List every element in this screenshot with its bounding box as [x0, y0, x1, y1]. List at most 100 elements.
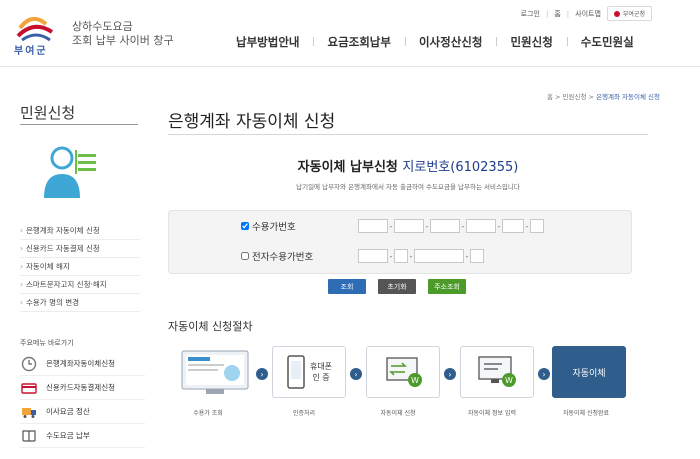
quick-bank-autopay[interactable]: 은행계좌자동이체신청 [20, 352, 145, 376]
address-search-button[interactable]: 주소조회 [428, 279, 466, 294]
customer-number-field-1[interactable] [358, 219, 388, 233]
step-label-apply: 자동이체 신청 [380, 410, 416, 417]
county-office-label: 부여군청 [622, 11, 645, 18]
step-lookup [178, 346, 252, 398]
nav-bill-inquiry[interactable]: 요금조회납부 [313, 34, 404, 50]
phone-auth-text: 휴대폰 인 증 [310, 361, 332, 383]
nav-water-office[interactable]: 수도민원실 [566, 34, 648, 50]
e-customer-number-checkbox[interactable] [241, 252, 249, 260]
transfer-icon: W [386, 357, 422, 387]
truck-icon [20, 403, 38, 421]
divider: | [545, 9, 549, 18]
county-office-button[interactable]: 부여군청 [606, 6, 652, 21]
phone-icon [287, 355, 305, 389]
sidebar-item-bank-autopay[interactable]: 은행계좌 자동이체 신청 [20, 222, 140, 240]
quick-move-settlement[interactable]: 이사요금 정산 [20, 400, 145, 424]
step-arrow-icon: › [256, 368, 268, 380]
title-divider [168, 134, 648, 135]
step-phone-auth: 휴대폰 인 증 [272, 346, 346, 398]
card-icon [20, 379, 38, 397]
utility-bar: 로그인 | 홈 | 사이트맵 부여군청 [521, 6, 652, 21]
header-divider [0, 66, 700, 67]
monitor-icon [181, 350, 249, 394]
quick-menu-title: 주요메뉴 바로가기 [20, 339, 74, 347]
reset-button[interactable]: 초기화 [378, 279, 416, 294]
customer-number-row: 수용가번호 - - - - - [241, 219, 544, 233]
divider: | [566, 9, 570, 18]
sidebar-item-smart-sms[interactable]: 스마트문자고지 신청·해지 [20, 276, 140, 294]
customer-number-checkbox[interactable] [241, 222, 249, 230]
step-label-lookup: 수용가 조회 [193, 410, 223, 417]
section-heading: 자동이체 납부신청 지로번호(6102355) [168, 156, 648, 175]
site-title-line: 상하수도요금 [72, 20, 133, 33]
logo-text: 부여군 [14, 46, 48, 57]
sidebar-title-underline [20, 124, 138, 125]
e-customer-number-row: 전자수용가번호 - - - [241, 249, 484, 263]
sidebar-item-autopay-cancel[interactable]: 자동이체 해지 [20, 258, 140, 276]
customer-number-field-4[interactable] [466, 219, 496, 233]
step-arrow-icon: › [444, 368, 456, 380]
quick-label: 수도요금 납부 [46, 431, 90, 440]
phone-auth-line: 인 증 [312, 373, 330, 382]
form-buttons: 조회 초기화 주소조회 [328, 279, 466, 294]
phone-auth-line: 휴대폰 [309, 362, 333, 371]
process-steps: › 휴대폰 인 증 › W › W › 자동이체 [168, 346, 626, 402]
svg-text:W: W [505, 376, 513, 385]
e-customer-number-field-3[interactable] [414, 249, 464, 263]
login-link[interactable]: 로그인 [521, 9, 540, 19]
section-heading-main: 자동이체 납부신청 [297, 160, 398, 175]
book-icon [20, 427, 38, 445]
customer-number-form: 수용가번호 - - - - - 전자수용가번호 - - - [168, 210, 632, 274]
home-link[interactable]: 홈 [554, 9, 560, 19]
breadcrumb-sep: > [552, 93, 563, 101]
clock-icon [20, 355, 38, 373]
e-customer-number-field-4[interactable] [470, 249, 484, 263]
sidebar-item-card-autopay[interactable]: 신용카드 자동결제 신청 [20, 240, 140, 258]
breadcrumb-current: 은행계좌 자동이체 신청 [596, 93, 660, 101]
step-label-info: 자동이체 정보 입력 [468, 410, 516, 417]
customer-number-field-5[interactable] [502, 219, 524, 233]
step-apply: W [366, 346, 440, 398]
site-title: 상하수도요금 조회 납부 사이버 창구 [72, 20, 174, 48]
breadcrumb-parent[interactable]: 민원신청 [563, 93, 587, 101]
main-nav: 납부방법안내 요금조회납부 이사정산신청 민원신청 수도민원실 [236, 34, 648, 50]
customer-number-field-2[interactable] [394, 219, 424, 233]
nav-move-settlement[interactable]: 이사정산신청 [404, 34, 496, 50]
customer-number-field-6[interactable] [530, 219, 544, 233]
site-title-line: 조회 납부 사이버 창구 [72, 34, 174, 47]
quick-label: 은행계좌자동이체신청 [46, 359, 115, 368]
e-customer-number-field-2[interactable] [394, 249, 408, 263]
giro-number: 지로번호(6102355) [402, 160, 519, 175]
sidebar-item-owner-change[interactable]: 수용가 명의 변경 [20, 294, 140, 312]
emblem-icon [613, 10, 620, 17]
sidebar-title: 민원신청 [20, 104, 76, 122]
customer-number-field-3[interactable] [430, 219, 460, 233]
step-arrow-icon: › [538, 368, 550, 380]
step-enter-info: W [460, 346, 534, 398]
quick-card-autopay[interactable]: 신용카드자동결제신청 [20, 376, 145, 400]
breadcrumb: 홈 > 민원신청 > 은행계좌 자동이체 신청 [547, 91, 660, 101]
nav-civil-request[interactable]: 민원신청 [496, 34, 566, 50]
sitemap-link[interactable]: 사이트맵 [575, 9, 601, 19]
step-label-auth: 인증처리 [292, 410, 316, 417]
service-description: 납기일에 납부자와 은행계좌에서 자동 출금하여 수도요금을 납부하는 서비스입… [296, 183, 520, 191]
breadcrumb-sep: > [586, 93, 597, 101]
search-button[interactable]: 조회 [328, 279, 366, 294]
e-customer-number-label: 전자수용가번호 [252, 252, 314, 263]
quick-label: 신용카드자동결제신청 [46, 383, 115, 392]
e-customer-number-field-1[interactable] [358, 249, 388, 263]
process-title: 자동이체 신청절차 [168, 320, 253, 333]
person-form-icon [44, 146, 96, 198]
autopay-complete-text: 자동이체 [572, 368, 606, 379]
monitor-form-icon: W [478, 356, 516, 387]
customer-number-label: 수용가번호 [252, 222, 296, 233]
quick-label: 이사요금 정산 [46, 407, 90, 416]
sidebar-menu: 은행계좌 자동이체 신청 신용카드 자동결제 신청 자동이체 해지 스마트문자고… [20, 222, 140, 312]
svg-text:W: W [411, 376, 419, 385]
step-complete: 자동이체 [552, 346, 626, 398]
step-arrow-icon: › [350, 368, 362, 380]
nav-payment-guide[interactable]: 납부방법안내 [236, 34, 313, 50]
step-label-complete: 자동이체 신청완료 [562, 410, 610, 417]
quick-water-bill[interactable]: 수도요금 납부 [20, 424, 145, 448]
quick-menu: 은행계좌자동이체신청 신용카드자동결제신청 이사요금 정산 수도요금 납부 [20, 352, 145, 448]
